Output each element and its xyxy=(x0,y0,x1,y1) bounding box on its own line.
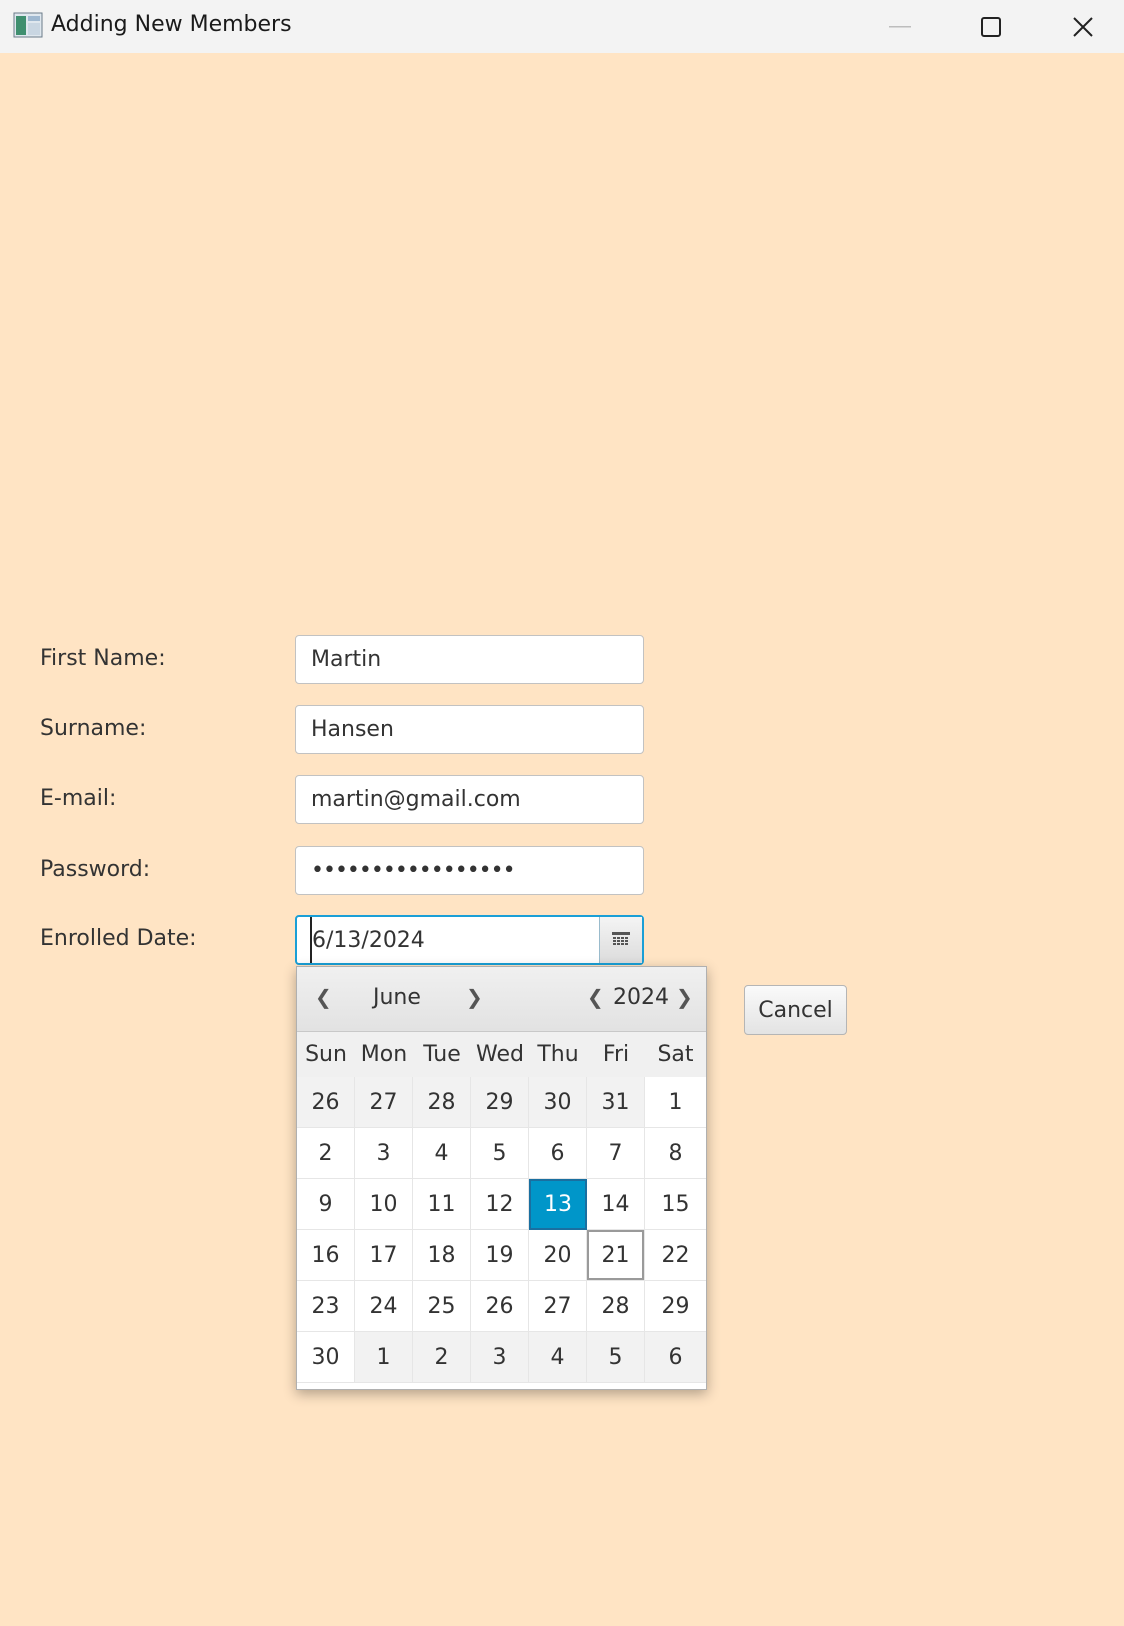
calendar-day-selected[interactable]: 13 xyxy=(529,1179,587,1230)
email-field[interactable] xyxy=(295,775,644,824)
calendar-day-other-month[interactable]: 4 xyxy=(529,1332,587,1383)
calendar-day[interactable]: 15 xyxy=(645,1179,706,1230)
calendar-day[interactable]: 25 xyxy=(413,1281,471,1332)
weekday-label: Fri xyxy=(602,1042,630,1067)
calendar-week-row: 26 27 28 29 30 31 1 xyxy=(297,1077,706,1128)
calendar-grid: Sun Mon Tue Wed Thu Fri Sat 26 27 28 29 … xyxy=(297,1032,706,1383)
calendar-icon xyxy=(612,932,630,945)
calendar-week-row: 16 17 18 19 20 21 22 xyxy=(297,1230,706,1281)
calendar-popup: ❮ June ❯ ❮ 2024 ❯ Sun Mon Tue Wed Thu Fr… xyxy=(296,966,707,1390)
calendar-day[interactable]: 14 xyxy=(587,1179,645,1230)
calendar-day[interactable]: 12 xyxy=(471,1179,529,1230)
calendar-day-other-month[interactable]: 26 xyxy=(297,1077,355,1128)
first-name-label: First Name: xyxy=(40,646,166,671)
weekday-label: Sun xyxy=(305,1042,347,1067)
prev-year-arrow-icon[interactable]: ❮ xyxy=(587,985,604,1009)
calendar-day-other-month[interactable]: 29 xyxy=(471,1077,529,1128)
calendar-day[interactable]: 27 xyxy=(529,1281,587,1332)
calendar-day[interactable]: 23 xyxy=(297,1281,355,1332)
calendar-day[interactable]: 19 xyxy=(471,1230,529,1281)
calendar-week-row: 2 3 4 5 6 7 8 xyxy=(297,1128,706,1179)
weekday-label: Sat xyxy=(657,1042,694,1067)
calendar-day[interactable]: 1 xyxy=(645,1077,706,1128)
calendar-day-other-month[interactable]: 3 xyxy=(471,1332,529,1383)
calendar-day[interactable]: 10 xyxy=(355,1179,413,1230)
password-label: Password: xyxy=(40,857,151,882)
calendar-day[interactable]: 18 xyxy=(413,1230,471,1281)
weekday-label: Mon xyxy=(360,1042,408,1067)
surname-label: Surname: xyxy=(40,716,147,741)
calendar-day[interactable]: 8 xyxy=(645,1128,706,1179)
calendar-week-row: 23 24 25 26 27 28 29 xyxy=(297,1281,706,1332)
calendar-header: ❮ June ❯ ❮ 2024 ❯ xyxy=(297,967,706,1032)
close-icon xyxy=(1073,16,1093,37)
enrolled-date-label: Enrolled Date: xyxy=(40,926,197,951)
calendar-day-today[interactable]: 21 xyxy=(587,1230,645,1281)
calendar-day[interactable]: 16 xyxy=(297,1230,355,1281)
enrolled-date-picker[interactable] xyxy=(295,915,644,965)
calendar-day-other-month[interactable]: 2 xyxy=(413,1332,471,1383)
minimize-icon xyxy=(889,25,911,27)
weekday-label: Wed xyxy=(476,1042,524,1067)
calendar-day-other-month[interactable]: 31 xyxy=(587,1077,645,1128)
calendar-day[interactable]: 20 xyxy=(529,1230,587,1281)
calendar-day-other-month[interactable]: 1 xyxy=(355,1332,413,1383)
calendar-day-other-month[interactable]: 27 xyxy=(355,1077,413,1128)
calendar-week-row: 9 10 11 12 13 14 15 xyxy=(297,1179,706,1230)
title-bar: Adding New Members xyxy=(0,0,1124,53)
calendar-day[interactable]: 9 xyxy=(297,1179,355,1230)
calendar-day-other-month[interactable]: 30 xyxy=(529,1077,587,1128)
month-label: June xyxy=(373,985,421,1010)
maximize-icon xyxy=(981,16,1001,37)
prev-month-arrow-icon[interactable]: ❮ xyxy=(315,985,332,1009)
calendar-day[interactable]: 17 xyxy=(355,1230,413,1281)
calendar-day-other-month[interactable]: 5 xyxy=(587,1332,645,1383)
calendar-day-other-month[interactable]: 6 xyxy=(645,1332,706,1383)
calendar-day[interactable]: 7 xyxy=(587,1128,645,1179)
weekday-label: Thu xyxy=(537,1042,579,1067)
calendar-day[interactable]: 22 xyxy=(645,1230,706,1281)
year-label: 2024 xyxy=(613,985,669,1010)
surname-field[interactable] xyxy=(295,705,644,754)
calendar-toggle-button[interactable] xyxy=(599,917,642,963)
calendar-day[interactable]: 2 xyxy=(297,1128,355,1179)
calendar-day[interactable]: 24 xyxy=(355,1281,413,1332)
next-year-arrow-icon[interactable]: ❯ xyxy=(676,985,693,1009)
calendar-day[interactable]: 26 xyxy=(471,1281,529,1332)
close-button[interactable] xyxy=(1038,0,1124,53)
maximize-button[interactable] xyxy=(946,0,1036,53)
calendar-day[interactable]: 11 xyxy=(413,1179,471,1230)
email-label: E-mail: xyxy=(40,786,117,811)
calendar-day[interactable]: 4 xyxy=(413,1128,471,1179)
password-field[interactable] xyxy=(295,846,644,895)
minimize-button[interactable] xyxy=(855,0,945,53)
app-icon xyxy=(13,12,43,38)
calendar-day[interactable]: 29 xyxy=(645,1281,706,1332)
calendar-day-other-month[interactable]: 28 xyxy=(413,1077,471,1128)
cancel-button[interactable]: Cancel xyxy=(744,985,847,1035)
next-month-arrow-icon[interactable]: ❯ xyxy=(466,985,483,1009)
calendar-day[interactable]: 5 xyxy=(471,1128,529,1179)
window-title: Adding New Members xyxy=(51,12,292,37)
calendar-day[interactable]: 3 xyxy=(355,1128,413,1179)
calendar-day[interactable]: 28 xyxy=(587,1281,645,1332)
weekday-header-row: Sun Mon Tue Wed Thu Fri Sat xyxy=(297,1032,706,1077)
first-name-field[interactable] xyxy=(295,635,644,684)
weekday-label: Tue xyxy=(423,1042,461,1067)
enrolled-date-field[interactable] xyxy=(310,917,599,963)
calendar-week-row: 30 1 2 3 4 5 6 xyxy=(297,1332,706,1383)
calendar-day[interactable]: 6 xyxy=(529,1128,587,1179)
calendar-day[interactable]: 30 xyxy=(297,1332,355,1383)
